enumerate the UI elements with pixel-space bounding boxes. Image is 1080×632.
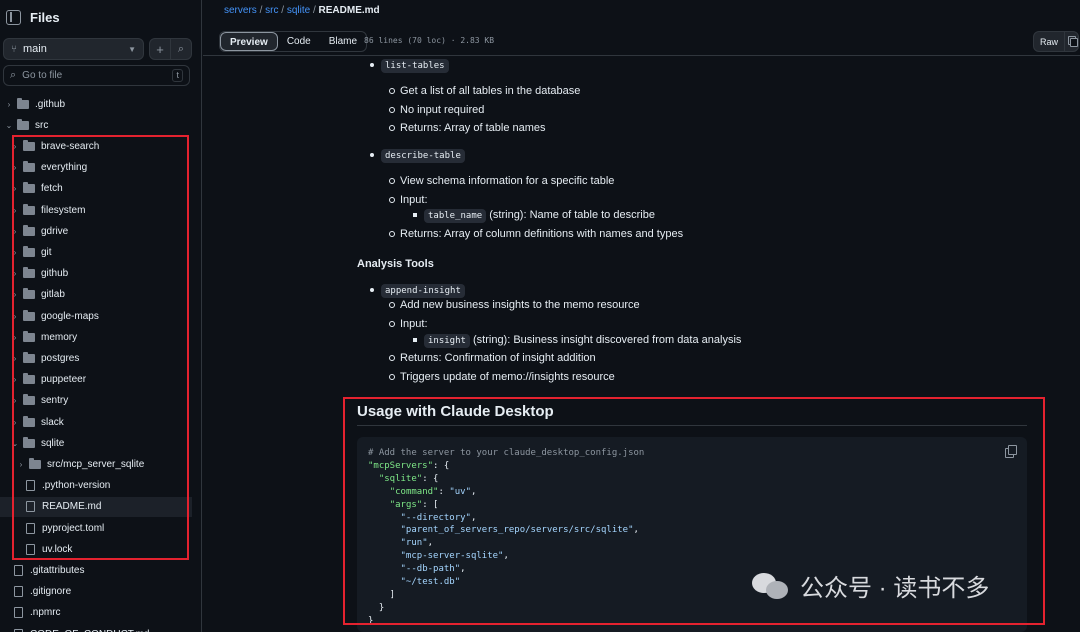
sidebar-header: Files	[0, 0, 201, 34]
tool-name-code: append-insight	[381, 284, 465, 298]
tree-item-label: .github	[35, 98, 66, 110]
tree-file[interactable]: CODE_OF_CONDUCT.md	[0, 624, 192, 632]
tree-item-label: CODE_OF_CONDUCT.md	[30, 629, 149, 632]
go-to-file-input[interactable]: ⌕ Go to file t	[3, 65, 190, 86]
breadcrumb-separator: /	[312, 5, 316, 16]
file-tree-sidebar: Files ⑂ main ▼ + ⌕ ⌕ Go to file t › .gith…	[0, 0, 202, 632]
tool-name-code: list-tables	[381, 59, 449, 73]
tab-code[interactable]: Code	[278, 32, 320, 51]
section-heading: Analysis Tools	[357, 258, 434, 270]
search-icon: ⌕	[177, 42, 185, 55]
list-item: Input:	[389, 318, 428, 330]
chevron-right-icon[interactable]: ›	[4, 100, 14, 109]
param-code: table_name	[424, 209, 487, 223]
main-content: servers / src / sqlite / README.md Previ…	[203, 0, 1080, 632]
list-item: list-tables	[370, 59, 449, 73]
readme-preview: list-tables Get a list of all tables in …	[203, 56, 1080, 632]
go-to-file-placeholder: Go to file	[22, 70, 63, 81]
list-item: Add new business insights to the memo re…	[389, 299, 640, 311]
file-info: 86 lines (70 loc) · 2.83 KB	[364, 36, 495, 45]
list-item: Returns: Array of column definitions wit…	[388, 228, 684, 240]
branch-selector[interactable]: ⑂ main ▼	[3, 38, 144, 60]
side-panel-icon[interactable]	[6, 9, 21, 25]
shortcut-key: t	[172, 69, 183, 82]
highlight-box-src-folders	[12, 135, 189, 560]
file-icon	[14, 628, 23, 632]
search-files-button[interactable]: ⌕	[170, 38, 192, 60]
folder-icon	[17, 118, 29, 130]
file-icon	[14, 607, 23, 619]
list-item: table_name (string): Name of table to de…	[413, 209, 655, 223]
list-item: No input required	[388, 104, 485, 116]
caret-down-icon: ▼	[128, 44, 136, 54]
folder-icon	[17, 97, 29, 109]
git-branch-icon: ⑂	[11, 43, 17, 55]
tab-preview[interactable]: Preview	[220, 32, 278, 51]
file-icon	[14, 564, 23, 576]
list-item: Get a list of all tables in the database	[388, 85, 581, 97]
tree-file[interactable]: .npmrc	[0, 603, 192, 623]
breadcrumb-separator: /	[259, 5, 263, 16]
breadcrumb-sqlite[interactable]: sqlite	[287, 5, 310, 16]
raw-button-group: Raw	[1033, 31, 1080, 52]
sidebar-title: Files	[30, 9, 60, 25]
list-item: Input:	[389, 194, 428, 206]
tree-item-label: .npmrc	[30, 607, 61, 619]
list-item: insight (string): Business insight disco…	[412, 334, 742, 348]
list-item: describe-table	[370, 149, 465, 163]
param-code: insight	[424, 334, 470, 348]
tree-item-label: .gitattributes	[30, 564, 85, 576]
wechat-logo-icon	[752, 571, 790, 601]
chevron-down-icon[interactable]: ⌄	[4, 121, 14, 130]
branch-name: main	[23, 43, 47, 55]
tab-blame[interactable]: Blame	[320, 32, 366, 51]
breadcrumb-separator: /	[281, 5, 285, 16]
tree-file[interactable]: .gitignore	[0, 582, 192, 602]
list-item: append-insight	[370, 284, 465, 298]
view-mode-tabs: Preview Code Blame	[219, 31, 368, 52]
breadcrumb-src[interactable]: src	[265, 5, 278, 16]
list-item: Returns: Array of table names	[389, 122, 546, 134]
tree-file[interactable]: .gitattributes	[0, 560, 192, 580]
tree-item-label: src	[35, 119, 49, 131]
watermark: 公众号 · 读书不多	[752, 568, 989, 603]
tree-folder[interactable]: ⌄ src	[0, 115, 192, 135]
watermark-text: 公众号 · 读书不多	[800, 575, 990, 602]
file-icon	[14, 586, 23, 598]
add-file-button[interactable]: +	[149, 38, 171, 60]
tree-item-label: .gitignore	[30, 586, 72, 598]
breadcrumb-current-file: README.md	[318, 5, 380, 16]
raw-button[interactable]: Raw	[1034, 37, 1064, 47]
plus-icon: +	[156, 41, 164, 57]
copy-icon[interactable]	[1064, 32, 1079, 51]
breadcrumb: servers / src / sqlite / README.md	[224, 5, 380, 16]
search-icon: ⌕	[10, 69, 17, 81]
file-toolbar: Preview Code Blame 86 lines (70 loc) · 2…	[203, 28, 1080, 56]
param-description: (string): Name of table to describe	[489, 209, 655, 221]
list-item: Triggers update of memo://insights resou…	[389, 371, 615, 383]
list-item: View schema information for a specific t…	[388, 175, 615, 187]
param-description: (string): Business insight discovered fr…	[473, 334, 742, 346]
tool-name-code: describe-table	[381, 149, 465, 163]
breadcrumb-repo[interactable]: servers	[224, 5, 257, 16]
tree-folder[interactable]: › .github	[0, 94, 192, 114]
list-item: Returns: Confirmation of insight additio…	[389, 352, 596, 364]
